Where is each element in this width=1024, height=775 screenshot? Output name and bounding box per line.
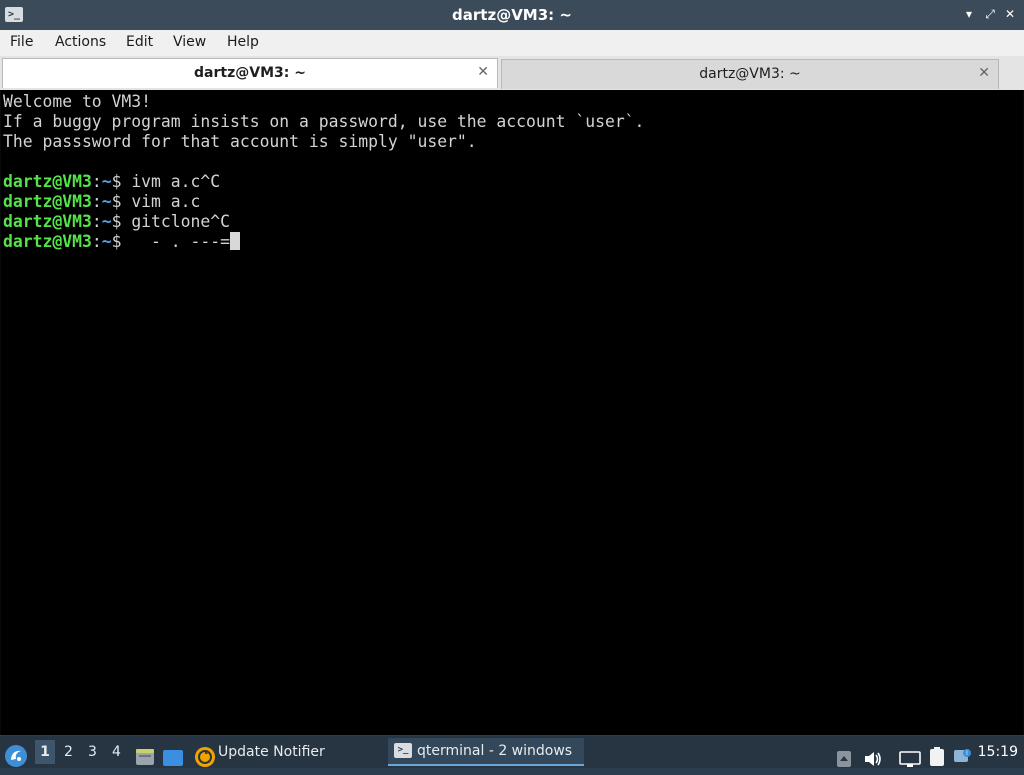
prompt-path: ~ [101,232,112,251]
show-desktop-icon[interactable] [162,742,184,774]
command-line: dartz@VM3:~$ vim a.c [3,192,200,212]
menu-help[interactable]: Help [227,34,259,50]
network-icon[interactable] [899,743,921,775]
prompt-dollar: $ [111,192,132,211]
svg-text:!: ! [966,750,968,757]
desktop-3-button[interactable]: 3 [88,744,97,760]
prompt-path: ~ [101,212,112,231]
command-line: dartz@VM3:~$ gitclone^C [3,212,230,232]
prompt-sep: : [91,212,102,231]
command-line-current: dartz@VM3:~$ - . ---= [3,232,240,252]
window-titlebar[interactable]: >_ dartz@VM3: ~ ▾ ⤢ ✕ [0,0,1024,30]
motd-line-3: The passsword for that account is simply… [3,132,477,151]
prompt-user: dartz@VM3 [3,232,92,251]
desktop-2-button[interactable]: 2 [64,744,73,760]
clipboard-icon[interactable] [836,743,852,775]
prompt-path: ~ [101,192,112,211]
desktop-label: 1 [40,744,50,760]
clock[interactable]: 15:19 [978,744,1018,760]
command-text: gitclone^C [131,212,230,231]
prompt-sep: : [91,192,102,211]
update-notifier-label[interactable]: Update Notifier [218,744,325,760]
menu-file[interactable]: File [10,34,33,50]
file-manager-icon[interactable] [134,741,156,773]
terminal-area[interactable]: Welcome to VM3! If a buggy program insis… [0,90,1024,735]
tab-close-icon[interactable]: ✕ [978,65,990,81]
volume-icon[interactable] [863,743,883,775]
menu-view[interactable]: View [173,34,206,50]
maximize-icon[interactable]: ⤢ [983,7,997,21]
prompt-dollar: $ [111,232,132,251]
minimize-icon[interactable]: ▾ [962,7,976,21]
tab-label: dartz@VM3: ~ [699,66,801,82]
prompt-sep: : [91,172,102,191]
task-button-qterminal[interactable]: >_ qterminal - 2 windows [388,738,584,766]
menu-bar: File Actions Edit View Help [0,30,1024,56]
update-notifier-icon[interactable] [194,741,216,773]
command-text: ivm a.c^C [131,172,221,191]
desktop-4-button[interactable]: 4 [112,744,121,760]
window-title: dartz@VM3: ~ [452,6,572,24]
motd-line-1: Welcome to VM3! [3,92,152,111]
tab-1[interactable]: dartz@VM3: ~ ✕ [2,58,498,88]
tab-close-icon[interactable]: ✕ [477,64,489,80]
notification-icon[interactable]: ! [952,741,972,773]
tab-bar: dartz@VM3: ~ ✕ dartz@VM3: ~ ✕ [0,56,1024,90]
prompt-path: ~ [101,172,112,191]
tab-label: dartz@VM3: ~ [194,65,306,81]
terminal-icon: >_ [394,743,412,758]
command-line: dartz@VM3:~$ ivm a.c^C [3,172,220,192]
command-text: - . ---= [131,232,230,251]
task-label: qterminal - 2 windows [417,743,573,759]
tab-2[interactable]: dartz@VM3: ~ ✕ [501,59,999,89]
prompt-dollar: $ [111,172,132,191]
prompt-dollar: $ [111,212,132,231]
menu-edit[interactable]: Edit [126,34,153,50]
close-icon[interactable]: ✕ [1003,7,1017,21]
command-text: vim a.c [131,192,201,211]
text-cursor [230,232,240,250]
desktop-1-button[interactable]: 1 [35,740,55,764]
start-menu-icon[interactable] [4,740,28,772]
taskbar: 1 2 3 4 Update Notifier >_ qterminal - 2… [0,736,1024,768]
prompt-user: dartz@VM3 [3,172,92,191]
prompt-user: dartz@VM3 [3,212,92,231]
menu-actions[interactable]: Actions [55,34,106,50]
prompt-user: dartz@VM3 [3,192,92,211]
prompt-sep: : [91,232,102,251]
battery-icon[interactable] [926,741,948,773]
motd-line-2: If a buggy program insists on a password… [3,112,645,131]
